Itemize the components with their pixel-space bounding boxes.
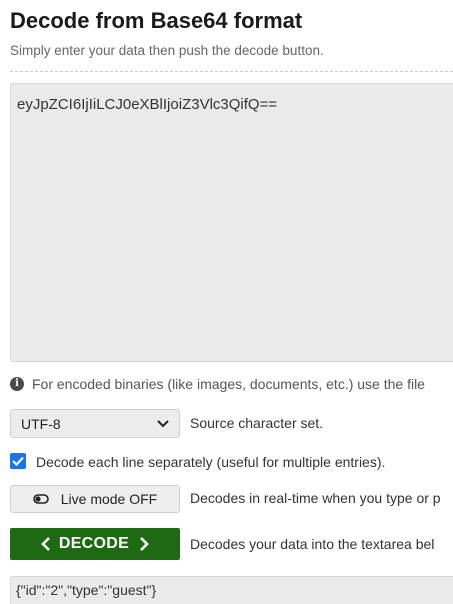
charset-select[interactable]: UTF-8 [10, 409, 180, 438]
page-title: Decode from Base64 format [10, 8, 303, 33]
info-text: For encoded binaries (like images, docum… [32, 376, 425, 392]
live-mode-label: Live mode OFF [60, 491, 158, 507]
chevron-right-icon [140, 537, 149, 551]
checkmark-icon [12, 456, 24, 466]
charset-selected-value: UTF-8 [21, 415, 61, 432]
info-icon: i [10, 377, 24, 391]
chevron-down-icon [157, 419, 169, 427]
chevron-left-icon [41, 537, 50, 551]
encoded-input-textarea[interactable]: eyJpZCI6IjIiLCJ0eXBlIjoiZ3Vlc3QifQ== [10, 83, 453, 362]
decode-page: Decode from Base64 format Simply enter y… [0, 0, 453, 604]
charset-label: Source character set. [190, 415, 324, 431]
page-subtitle: Simply enter your data then push the dec… [10, 43, 324, 58]
live-mode-description: Decodes in real-time when you type or p [190, 490, 441, 506]
decode-button-label: DECODE [58, 535, 130, 552]
decode-description: Decodes your data into the textarea bel [190, 536, 435, 552]
live-mode-button[interactable]: Live mode OFF [10, 485, 180, 513]
decode-each-line-checkbox[interactable] [10, 453, 26, 469]
decode-each-line-label: Decode each line separately (useful for … [36, 454, 386, 470]
binary-info-note: i For encoded binaries (like images, doc… [10, 375, 425, 393]
decoded-output-textarea[interactable]: {"id":"2","type":"guest"} [10, 576, 453, 604]
toggle-off-icon [32, 494, 49, 504]
divider [10, 71, 453, 72]
decode-button[interactable]: DECODE [10, 528, 180, 560]
